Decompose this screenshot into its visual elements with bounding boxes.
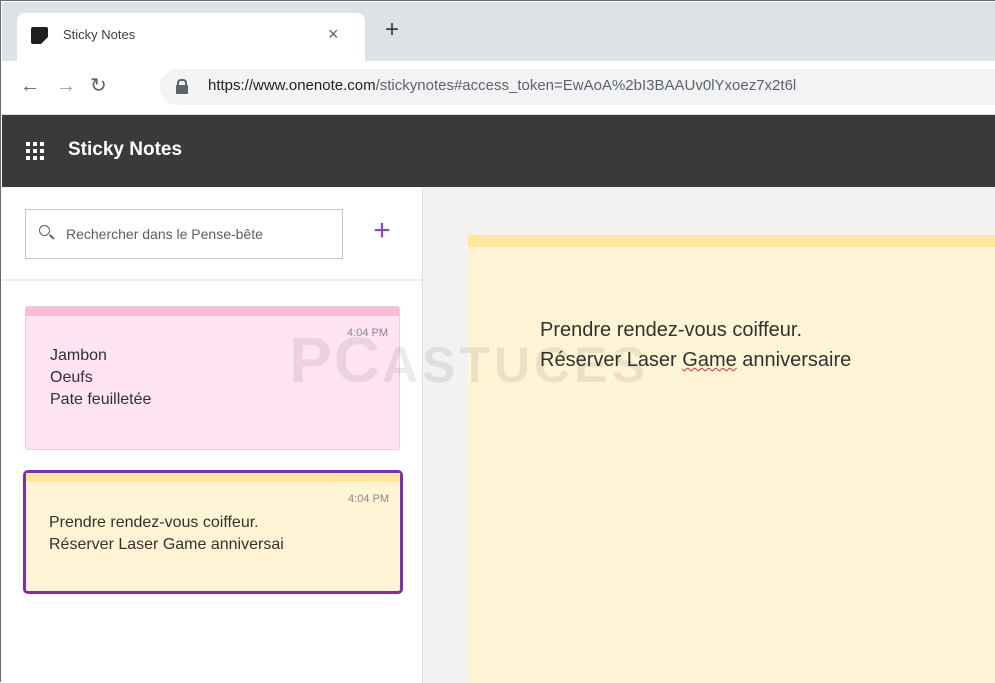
back-arrow-icon[interactable]: ← — [20, 72, 40, 100]
address-bar-row: ← → ↻ https://www.onenote.com/stickynote… — [2, 61, 995, 115]
url-text[interactable]: https://www.onenote.com/stickynotes#acce… — [208, 77, 796, 94]
open-note-color-strip — [468, 235, 995, 247]
note-editor-area: Prendre rendez-vous coiffeur. Réserver L… — [423, 187, 995, 683]
reload-icon[interactable]: ↻ — [90, 72, 107, 100]
search-box[interactable] — [25, 209, 343, 259]
add-note-button[interactable]: + — [365, 211, 399, 251]
note-editor-text[interactable]: Prendre rendez-vous coiffeur. Réserver L… — [540, 315, 851, 375]
lock-icon[interactable] — [176, 79, 188, 94]
note-line: Prendre rendez-vous coiffeur. — [49, 514, 259, 531]
search-icon — [39, 225, 52, 238]
notes-sidebar: + 4:04 PM Jambon Oeufs Pate feuilletée 4… — [2, 187, 423, 683]
search-input[interactable] — [66, 210, 338, 258]
tab-title: Sticky Notes — [63, 27, 136, 42]
close-tab-icon[interactable]: × — [328, 23, 339, 45]
tab-strip: Sticky Notes × + — [2, 2, 995, 61]
new-tab-button[interactable]: + — [385, 16, 399, 44]
text-span: Réserver Laser — [540, 349, 683, 371]
note-card-pink[interactable]: 4:04 PM Jambon Oeufs Pate feuilletée — [25, 306, 400, 450]
note-color-strip — [26, 307, 399, 316]
browser-window: Sticky Notes × + ← → ↻ https://www.oneno… — [0, 0, 995, 683]
note-preview: Jambon Oeufs Pate feuilletée — [50, 345, 151, 411]
tab-sticky-notes[interactable]: Sticky Notes × — [17, 13, 365, 61]
forward-arrow-icon[interactable]: → — [56, 72, 76, 100]
note-timestamp: 4:04 PM — [347, 327, 388, 339]
url-bar[interactable]: https://www.onenote.com/stickynotes#acce… — [160, 69, 995, 105]
sticky-notes-favicon-icon — [31, 27, 48, 44]
note-line: Réserver Laser Game anniversai — [49, 536, 284, 553]
divider — [2, 279, 422, 281]
app-title: Sticky Notes — [68, 139, 183, 160]
note-editor-line: Prendre rendez-vous coiffeur. — [540, 319, 803, 341]
url-path: /stickynotes#access_token=EwAoA%2bI3BAAU… — [375, 77, 797, 94]
note-color-strip — [26, 473, 400, 482]
note-line: Pate feuilletée — [50, 391, 152, 408]
misspelled-word: Game — [682, 349, 737, 371]
note-editor-line: Réserver Laser Game anniversaire — [540, 345, 851, 375]
note-timestamp: 4:04 PM — [348, 493, 389, 505]
text-span: anniversaire — [736, 349, 852, 371]
app-launcher-waffle-icon[interactable] — [26, 142, 44, 160]
url-host: https://www.onenote.com — [208, 77, 376, 94]
note-line: Jambon — [50, 347, 107, 364]
note-preview: Prendre rendez-vous coiffeur. Réserver L… — [49, 512, 284, 556]
open-note: Prendre rendez-vous coiffeur. Réserver L… — [468, 235, 995, 683]
note-line: Oeufs — [50, 369, 93, 386]
note-card-yellow-selected[interactable]: 4:04 PM Prendre rendez-vous coiffeur. Ré… — [23, 470, 403, 594]
app-header: Sticky Notes — [2, 115, 995, 187]
